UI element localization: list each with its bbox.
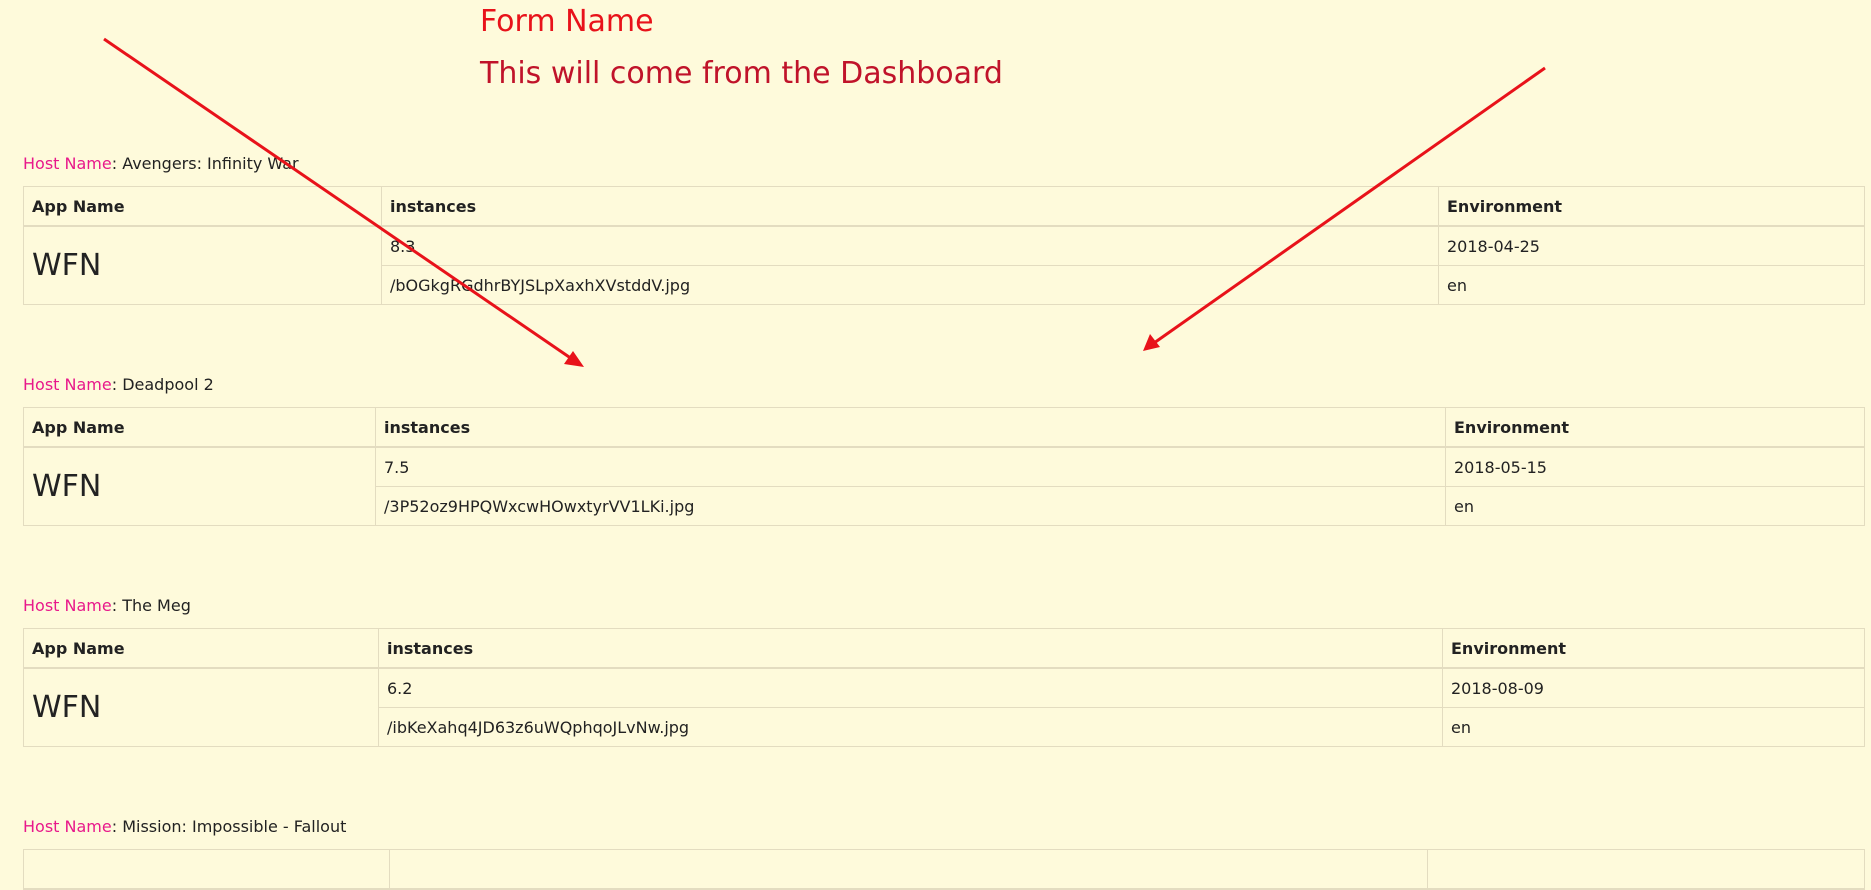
host-name-separator: : [111,596,123,615]
app-name-header: App Name [23,628,379,669]
environment-header [1427,849,1865,890]
environment-header: Environment [1442,628,1865,669]
host-line: Host Name: Avengers: Infinity War [23,154,1865,174]
app-name-cell: WFN [23,225,382,305]
table-row: WFN 8.3 2018-04-25 [23,225,1865,305]
env-lang-cell: en [1438,265,1865,305]
table-header-row: App Name instances Environment [23,407,1865,448]
form-name: Form Name [480,4,654,39]
app-name-cell: WFN [23,446,376,526]
host-line: Host Name: Mission: Impossible - Fallout [23,817,1865,837]
table-header-row [23,849,1865,890]
host-block: Host Name: The Meg App Name instances En… [23,596,1865,747]
host-name-value: Mission: Impossible - Fallout [122,817,347,836]
instance-image-cell: /3P52oz9HPQWxcwHOwxtyrVV1LKi.jpg [375,486,1446,526]
host-name-value: Deadpool 2 [122,375,214,394]
env-date-cell: 2018-05-15 [1445,446,1865,487]
instance-version-cell: 6.2 [378,667,1443,708]
app-name-cell: WFN [23,667,379,747]
app-table: App Name instances Environment WFN 6.2 2… [23,628,1865,747]
env-date-cell: 2018-04-25 [1438,225,1865,266]
app-name-header: App Name [23,407,376,448]
table-row: WFN 6.2 2018-08-09 [23,667,1865,747]
host-line: Host Name: Deadpool 2 [23,375,1865,395]
arrow-right-head [1143,334,1160,351]
app-name-header: App Name [23,186,382,227]
host-name-label: Host Name [23,817,112,836]
host-name-label: Host Name [23,596,112,615]
form-subtitle: This will come from the Dashboard [480,56,1003,91]
host-name-label: Host Name [23,154,112,173]
host-name-separator: : [111,375,123,394]
host-name-label: Host Name [23,375,112,394]
host-block: Host Name: Mission: Impossible - Fallout [23,817,1865,890]
host-name-separator: : [111,817,123,836]
app-table [23,849,1865,890]
environment-header: Environment [1438,186,1865,227]
host-name-value: The Meg [122,596,191,615]
instances-header: instances [375,407,1446,448]
env-lang-cell: en [1442,707,1865,747]
instance-version-cell: 8.3 [381,225,1439,266]
host-block: Host Name: Deadpool 2 App Name instances… [23,375,1865,526]
app-name-header [23,849,390,890]
arrow-left-head [564,351,584,367]
env-date-cell: 2018-08-09 [1442,667,1865,708]
environment-header: Environment [1445,407,1865,448]
env-lang-cell: en [1445,486,1865,526]
instances-header [389,849,1428,890]
instance-image-cell: /bOGkgRGdhrBYJSLpXaxhXVstddV.jpg [381,265,1439,305]
host-name-separator: : [111,154,123,173]
instance-version-cell: 7.5 [375,446,1446,487]
table-header-row: App Name instances Environment [23,186,1865,227]
table-row: WFN 7.5 2018-05-15 [23,446,1865,526]
host-line: Host Name: The Meg [23,596,1865,616]
instances-header: instances [378,628,1443,669]
app-table: App Name instances Environment WFN 8.3 2… [23,186,1865,305]
instance-image-cell: /ibKeXahq4JD63z6uWQphqoJLvNw.jpg [378,707,1443,747]
table-header-row: App Name instances Environment [23,628,1865,669]
instances-header: instances [381,186,1439,227]
app-table: App Name instances Environment WFN 7.5 2… [23,407,1865,526]
host-block: Host Name: Avengers: Infinity War App Na… [23,154,1865,305]
host-name-value: Avengers: Infinity War [122,154,299,173]
